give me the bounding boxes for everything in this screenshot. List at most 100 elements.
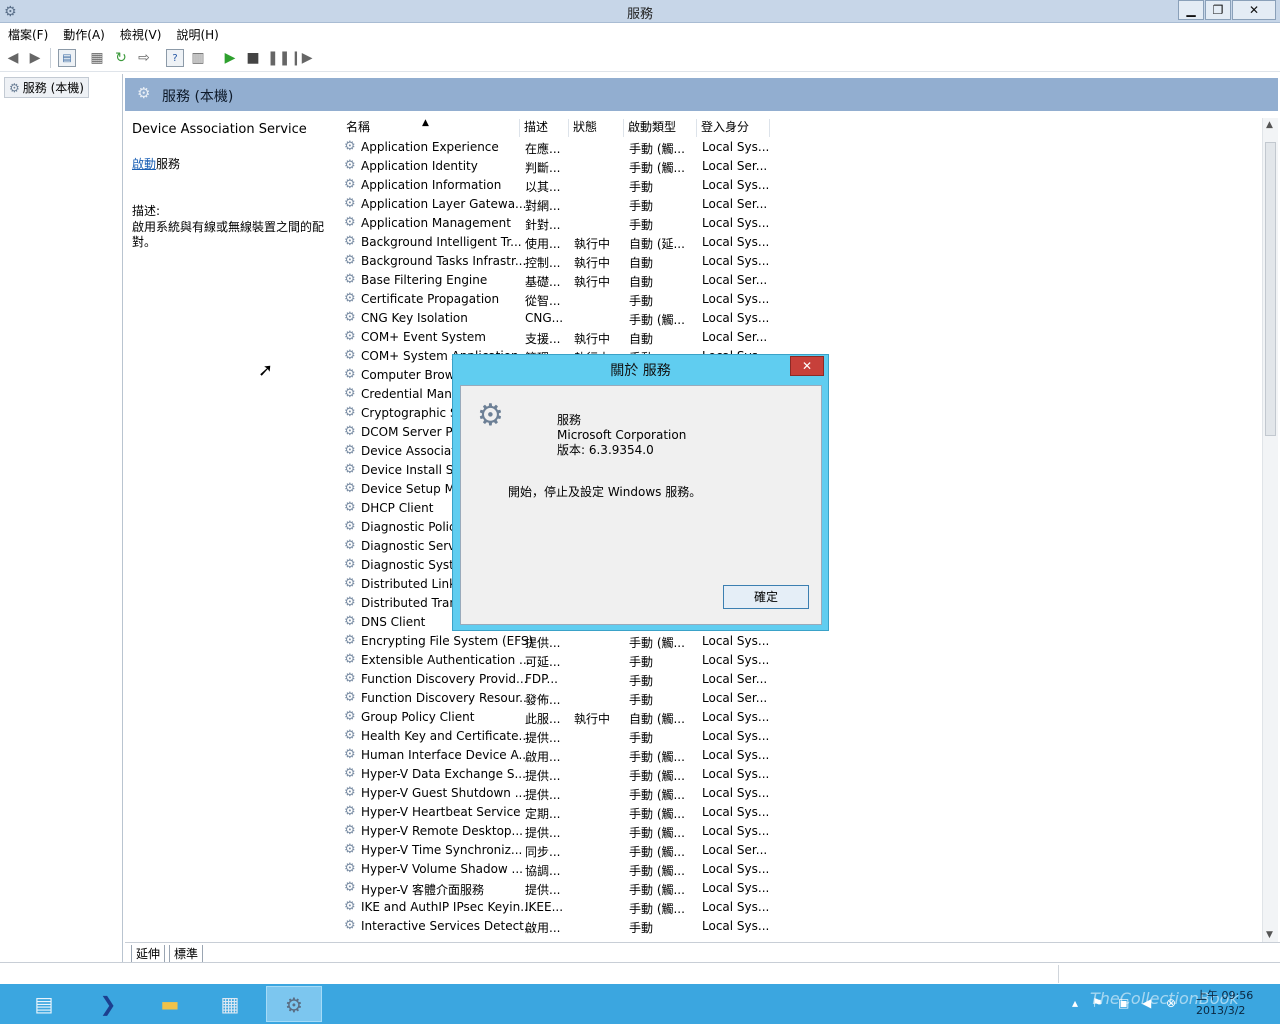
service-row[interactable]: ⚙ Hyper-V Heartbeat Service 定期... 手動 (觸... L…: [342, 803, 772, 822]
restore-button[interactable]: ❐: [1205, 0, 1231, 20]
service-row[interactable]: ⚙ Application Layer Gatewa... 對網... 手動 Local…: [342, 195, 772, 214]
service-row[interactable]: ⚙ Hyper-V Time Synchroniz... 同步... 手動 (觸...…: [342, 841, 772, 860]
start-service-line: 啟動服務: [132, 155, 332, 172]
service-row[interactable]: ⚙ IKE and AuthIP IPsec Keyin... IKEE... 手動 …: [342, 898, 772, 917]
service-row[interactable]: ⚙ COM+ Event System 支援... 執行中 自動 Local Ser...: [342, 328, 772, 347]
service-name: Hyper-V Volume Shadow ...: [361, 862, 523, 876]
network-icon[interactable]: ▣: [1118, 996, 1129, 1010]
status-bar: [0, 962, 1280, 984]
service-row[interactable]: ⚙ Interactive Services Detect... 啟用... 手動 Lo…: [342, 917, 772, 936]
menu-action[interactable]: 動作(A): [55, 23, 112, 43]
service-description: 提供...: [525, 769, 561, 783]
service-row[interactable]: ⚙ Hyper-V Guest Shutdown ... 提供... 手動 (觸...…: [342, 784, 772, 803]
refresh-icon[interactable]: ↻: [112, 49, 130, 67]
show-hidden-icons-icon[interactable]: ▴: [1072, 996, 1078, 1010]
scrollbar-thumb[interactable]: [1265, 142, 1276, 436]
service-name: Application Layer Gatewa...: [361, 197, 527, 211]
scroll-down-icon[interactable]: ▼: [1266, 930, 1273, 940]
service-row[interactable]: ⚙ Background Tasks Infrastr... 控制... 執行中 自動 L…: [342, 252, 772, 271]
service-log-on-as: Local Sys...: [702, 900, 770, 914]
pause-service-icon[interactable]: ❚❚: [267, 49, 290, 67]
forward-icon[interactable]: ▶: [26, 49, 44, 67]
service-gear-icon: ⚙: [344, 291, 356, 306]
restart-service-icon[interactable]: ❙▶: [290, 49, 313, 67]
service-gear-icon: ⚙: [344, 880, 356, 895]
service-description: 對網...: [525, 199, 561, 213]
powershell-icon[interactable]: ❯: [80, 986, 136, 1022]
action-pane-icon[interactable]: ▥: [189, 49, 207, 67]
service-gear-icon: ⚙: [344, 139, 356, 154]
service-row[interactable]: ⚙ Application Management 針對... 手動 Local Sys.…: [342, 214, 772, 233]
column-header-log-on-as[interactable]: 登入身分: [697, 119, 770, 137]
vertical-scrollbar[interactable]: ▲ ▼: [1262, 118, 1278, 942]
close-button[interactable]: ✕: [1232, 0, 1276, 20]
service-gear-icon: ⚙: [344, 348, 356, 363]
toolbar: ◀ ▶ ▤ ▦ ↻ ⇨ ? ▥ ▶ ■ ❚❚ ❙▶: [0, 44, 1280, 72]
service-row[interactable]: ⚙ Background Intelligent Tr... 使用... 執行中 自動 …: [342, 233, 772, 252]
service-row[interactable]: ⚙ Encrypting File System (EFS) 提供... 手動 (觸.…: [342, 632, 772, 651]
service-row[interactable]: ⚙ Hyper-V Remote Desktop... 提供... 手動 (觸... L…: [342, 822, 772, 841]
column-header-status[interactable]: 狀態: [569, 119, 624, 137]
action-center-flag-icon[interactable]: ⚑: [1092, 996, 1103, 1010]
status-divider: [1058, 965, 1059, 983]
service-row[interactable]: ⚙ Base Filtering Engine 基礎... 執行中 自動 Local Se…: [342, 271, 772, 290]
stop-service-icon[interactable]: ■: [244, 49, 262, 67]
tree-node-services-local[interactable]: ⚙ 服務 (本機): [4, 77, 89, 98]
help-icon[interactable]: ?: [166, 49, 184, 67]
service-description: 啟用...: [525, 750, 561, 764]
tab-standard[interactable]: 標準: [169, 945, 204, 963]
service-row[interactable]: ⚙ Application Experience 在應... 手動 (觸... Loca…: [342, 138, 772, 157]
scroll-up-icon[interactable]: ▲: [1266, 120, 1273, 130]
service-row[interactable]: ⚙ Group Policy Client 此服... 執行中 自動 (觸... Loca…: [342, 708, 772, 727]
properties-icon[interactable]: ▦: [88, 49, 106, 67]
notification-icon[interactable]: ⊗: [1166, 996, 1176, 1010]
service-row[interactable]: ⚙ Application Information 以其... 手動 Local Sys…: [342, 176, 772, 195]
service-row[interactable]: ⚙ Human Interface Device A... 啟用... 手動 (觸..…: [342, 746, 772, 765]
column-header-startup-type[interactable]: 啟動類型: [624, 119, 697, 137]
tab-extended[interactable]: 延伸: [131, 945, 166, 963]
sort-ascending-icon: ▲: [422, 118, 429, 128]
start-service-link[interactable]: 啟動: [132, 157, 156, 171]
start-service-icon[interactable]: ▶: [221, 49, 239, 67]
services-taskbar-icon[interactable]: ⚙: [266, 986, 322, 1022]
service-row[interactable]: ⚙ CNG Key Isolation CNG... 手動 (觸... Local Sy…: [342, 309, 772, 328]
service-row[interactable]: ⚙ Function Discovery Provid... FDP... 手動 Loc…: [342, 670, 772, 689]
service-gear-icon: ⚙: [344, 842, 356, 857]
control-panel-icon[interactable]: ▦: [202, 986, 258, 1022]
service-gear-icon: ⚙: [344, 272, 356, 287]
menu-help[interactable]: 說明(H): [168, 23, 225, 43]
column-header-name[interactable]: 名稱 ▲: [342, 118, 520, 137]
service-row[interactable]: ⚙ Application Identity 判斷... 手動 (觸... Local …: [342, 157, 772, 176]
minimize-button[interactable]: ▁: [1178, 0, 1204, 20]
service-startup-type: 手動 (觸...: [629, 750, 685, 764]
file-explorer-icon[interactable]: ▬: [142, 986, 198, 1022]
service-startup-type: 手動 (觸...: [629, 636, 685, 650]
about-ok-button[interactable]: 確定: [723, 585, 809, 609]
service-row[interactable]: ⚙ Function Discovery Resour... 發佈... 手動 Loca…: [342, 689, 772, 708]
about-dialog-close-button[interactable]: ✕: [790, 356, 824, 376]
back-icon[interactable]: ◀: [4, 49, 22, 67]
menu-file[interactable]: 檔案(F): [0, 23, 55, 43]
service-log-on-as: Local Ser...: [702, 672, 768, 686]
service-row[interactable]: ⚙ Hyper-V Data Exchange S... 提供... 手動 (觸...…: [342, 765, 772, 784]
service-gear-icon: ⚙: [344, 462, 356, 477]
service-gear-icon: ⚙: [344, 481, 356, 496]
service-row[interactable]: ⚙ Certificate Propagation 從智... 手動 Local Sys…: [342, 290, 772, 309]
server-manager-icon[interactable]: ▤: [16, 986, 72, 1022]
service-log-on-as: Local Sys...: [702, 216, 770, 230]
service-row[interactable]: ⚙ Hyper-V Volume Shadow ... 協調... 手動 (觸... L…: [342, 860, 772, 879]
taskbar-clock[interactable]: 上午 09:56 2013/3/2: [1196, 988, 1253, 1018]
description-label: 描述:: [132, 204, 161, 218]
service-row[interactable]: ⚙ Extensible Authentication ... 可延... 手動 Loc…: [342, 651, 772, 670]
show-hide-console-tree-icon[interactable]: ▤: [58, 49, 76, 67]
service-row[interactable]: ⚙ Hyper-V 客體介面服務 提供... 手動 (觸... Local Sys...: [342, 879, 772, 898]
service-row[interactable]: ⚙ Health Key and Certificate... 提供... 手動 Loc…: [342, 727, 772, 746]
service-gear-icon: ⚙: [344, 709, 356, 724]
service-gear-icon: ⚙: [344, 728, 356, 743]
menu-view[interactable]: 檢視(V): [112, 23, 169, 43]
taskbar: ▤ ❯ ▬ ▦ ⚙ TheCollectionBook ▴ ⚑ ▣ ◀ ⊗ 上午…: [0, 984, 1280, 1024]
export-list-icon[interactable]: ⇨: [135, 49, 153, 67]
description-text: 啟用系統與有線或無線裝置之間的配對。: [132, 220, 325, 249]
volume-icon[interactable]: ◀: [1142, 996, 1151, 1010]
column-header-description[interactable]: 描述: [520, 119, 569, 137]
